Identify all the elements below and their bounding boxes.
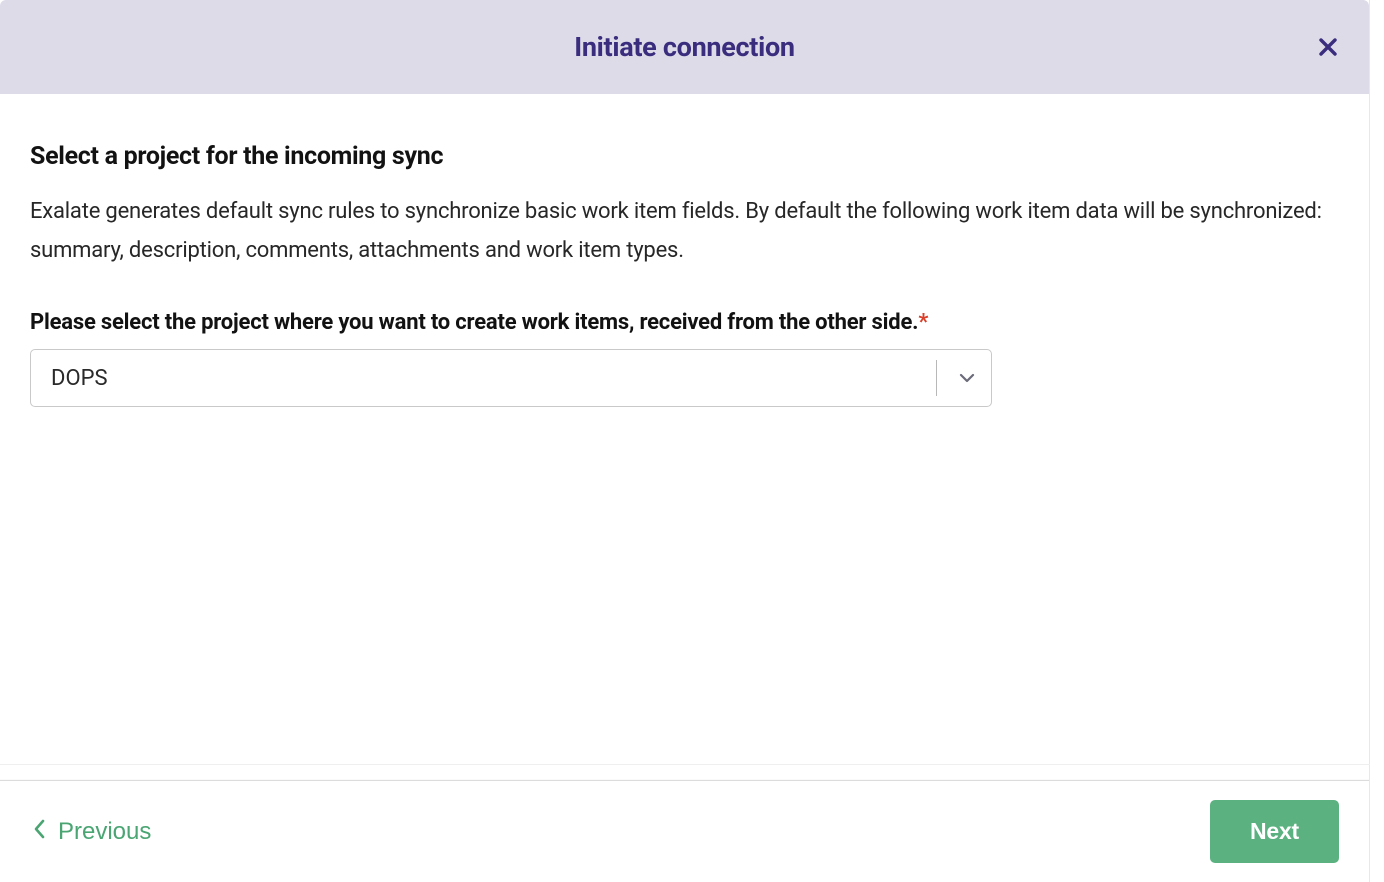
previous-button[interactable]: Previous [30, 812, 153, 852]
modal-header: Initiate connection [0, 0, 1369, 94]
chevron-down-icon [951, 368, 991, 388]
modal-body: Select a project for the incoming sync E… [0, 94, 1369, 780]
project-select[interactable]: DOPS [30, 349, 992, 407]
footer-top-divider [0, 764, 1370, 765]
modal-footer: Previous Next [0, 780, 1369, 882]
previous-label: Previous [58, 818, 151, 846]
section-heading: Select a project for the incoming sync [30, 142, 1339, 171]
modal-title: Initiate connection [574, 31, 795, 63]
project-field-label: Please select the project where you want… [30, 310, 1339, 335]
select-divider [936, 360, 937, 396]
initiate-connection-modal: Initiate connection Select a project for… [0, 0, 1370, 882]
description-text: Exalate generates default sync rules to … [30, 193, 1339, 270]
required-mark: * [918, 310, 928, 335]
next-button[interactable]: Next [1210, 800, 1339, 863]
close-icon [1319, 32, 1337, 62]
close-button[interactable] [1315, 30, 1341, 64]
field-label-text: Please select the project where you want… [30, 310, 918, 335]
next-label: Next [1250, 818, 1299, 844]
project-select-value: DOPS [31, 366, 936, 391]
chevron-left-icon [32, 818, 46, 845]
